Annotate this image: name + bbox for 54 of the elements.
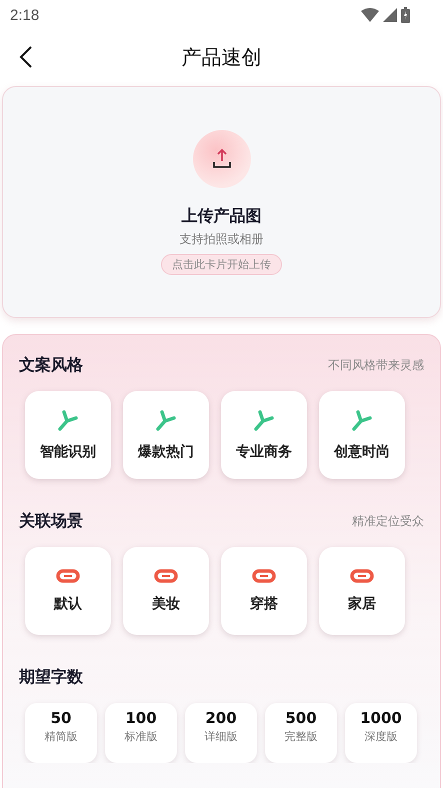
word-count-option[interactable]: 50 精简版 — [25, 703, 97, 763]
count-value: 200 — [205, 709, 237, 727]
branch-icon — [155, 409, 177, 431]
section-title: 期望字数 — [19, 666, 83, 688]
count-value: 50 — [50, 709, 72, 727]
link-icon — [252, 569, 276, 583]
back-icon[interactable] — [19, 46, 33, 68]
link-icon — [350, 569, 374, 583]
option-label: 创意时尚 — [334, 443, 390, 461]
count-label: 详细版 — [204, 729, 238, 744]
option-chip[interactable]: 智能识别 — [25, 391, 111, 479]
wifi-icon — [361, 8, 379, 22]
option-label: 默认 — [54, 595, 82, 613]
section-title: 文案风格 — [19, 354, 83, 376]
upload-subtitle: 支持拍照或相册 — [180, 231, 264, 248]
option-chip[interactable]: 穿搭 — [221, 547, 307, 635]
option-label: 智能识别 — [40, 443, 96, 461]
link-icon — [56, 569, 80, 583]
word-count-option[interactable]: 100 标准版 — [105, 703, 177, 763]
count-value: 100 — [125, 709, 157, 727]
option-label: 穿搭 — [250, 595, 278, 613]
option-chip[interactable]: 专业商务 — [221, 391, 307, 479]
count-label: 精简版 — [44, 729, 78, 744]
branch-icon — [351, 409, 373, 431]
section-title: 关联场景 — [19, 510, 83, 532]
upload-hint: 点击此卡片开始上传 — [161, 254, 282, 275]
option-label: 家居 — [348, 595, 376, 613]
option-chip[interactable]: 默认 — [25, 547, 111, 635]
count-label: 标准版 — [124, 729, 158, 744]
upload-card[interactable]: 上传产品图 支持拍照或相册 点击此卡片开始上传 — [2, 86, 441, 318]
word-count-option[interactable]: 500 完整版 — [265, 703, 337, 763]
count-label: 深度版 — [364, 729, 398, 744]
option-label: 专业商务 — [236, 443, 292, 461]
page-title: 产品速创 — [182, 44, 262, 70]
branch-icon — [253, 409, 275, 431]
option-label: 美妆 — [152, 595, 180, 613]
word-count-option[interactable]: 200 详细版 — [185, 703, 257, 763]
upload-title: 上传产品图 — [182, 206, 262, 227]
signal-icon — [383, 8, 397, 22]
option-chip[interactable]: 爆款热门 — [123, 391, 209, 479]
status-time: 2:18 — [10, 6, 40, 24]
battery-icon — [401, 7, 410, 23]
section-note: 精准定位受众 — [352, 512, 424, 530]
count-label: 完整版 — [284, 729, 318, 744]
option-label: 爆款热门 — [138, 443, 194, 461]
link-icon — [154, 569, 178, 583]
branch-icon — [57, 409, 79, 431]
option-chip[interactable]: 美妆 — [123, 547, 209, 635]
count-value: 1000 — [360, 709, 402, 727]
option-chip[interactable]: 创意时尚 — [319, 391, 405, 479]
option-chip[interactable]: 家居 — [319, 547, 405, 635]
section-note: 不同风格带来灵感 — [328, 356, 424, 374]
word-count-option[interactable]: 1000 深度版 — [345, 703, 417, 763]
count-value: 500 — [285, 709, 317, 727]
